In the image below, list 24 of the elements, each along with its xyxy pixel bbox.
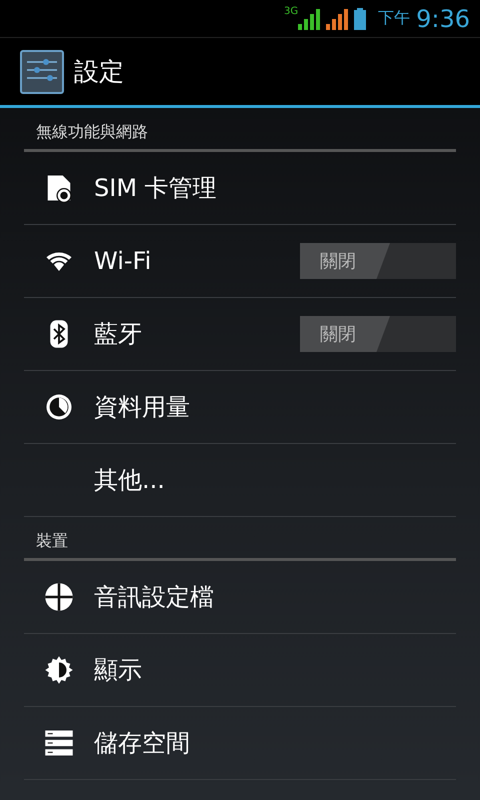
clock-time: 9:36: [416, 4, 470, 32]
signal-icon: [298, 8, 320, 30]
battery-icon: [354, 8, 366, 30]
clock-period: 下午: [378, 8, 410, 29]
settings-item[interactable]: SIM 卡管理: [24, 152, 456, 225]
settings-item[interactable]: 其他...: [24, 444, 456, 517]
pie-chart-icon: [44, 392, 74, 422]
settings-icon: [20, 50, 64, 94]
circle-cross-icon: [44, 582, 74, 612]
network-type: 3G: [284, 6, 298, 17]
section-header: 無線功能與網路: [24, 108, 456, 152]
storage-icon: [44, 728, 74, 758]
signal-icon: [326, 8, 348, 30]
settings-item[interactable]: 音訊設定檔: [24, 561, 456, 634]
toggle-switch[interactable]: 關閉: [300, 243, 456, 279]
settings-item[interactable]: 資料用量: [24, 371, 456, 444]
screen-title: 設定: [74, 56, 124, 88]
settings-item[interactable]: 儲存空間: [24, 707, 456, 780]
settings-item[interactable]: 顯示: [24, 634, 456, 707]
settings-item[interactable]: Wi-Fi 關閉: [24, 225, 456, 298]
brightness-icon: [44, 655, 74, 685]
section-header: 裝置: [24, 517, 456, 561]
toggle-switch[interactable]: 關閉: [300, 316, 456, 352]
settings-item[interactable]: 藍牙 關閉: [24, 298, 456, 371]
